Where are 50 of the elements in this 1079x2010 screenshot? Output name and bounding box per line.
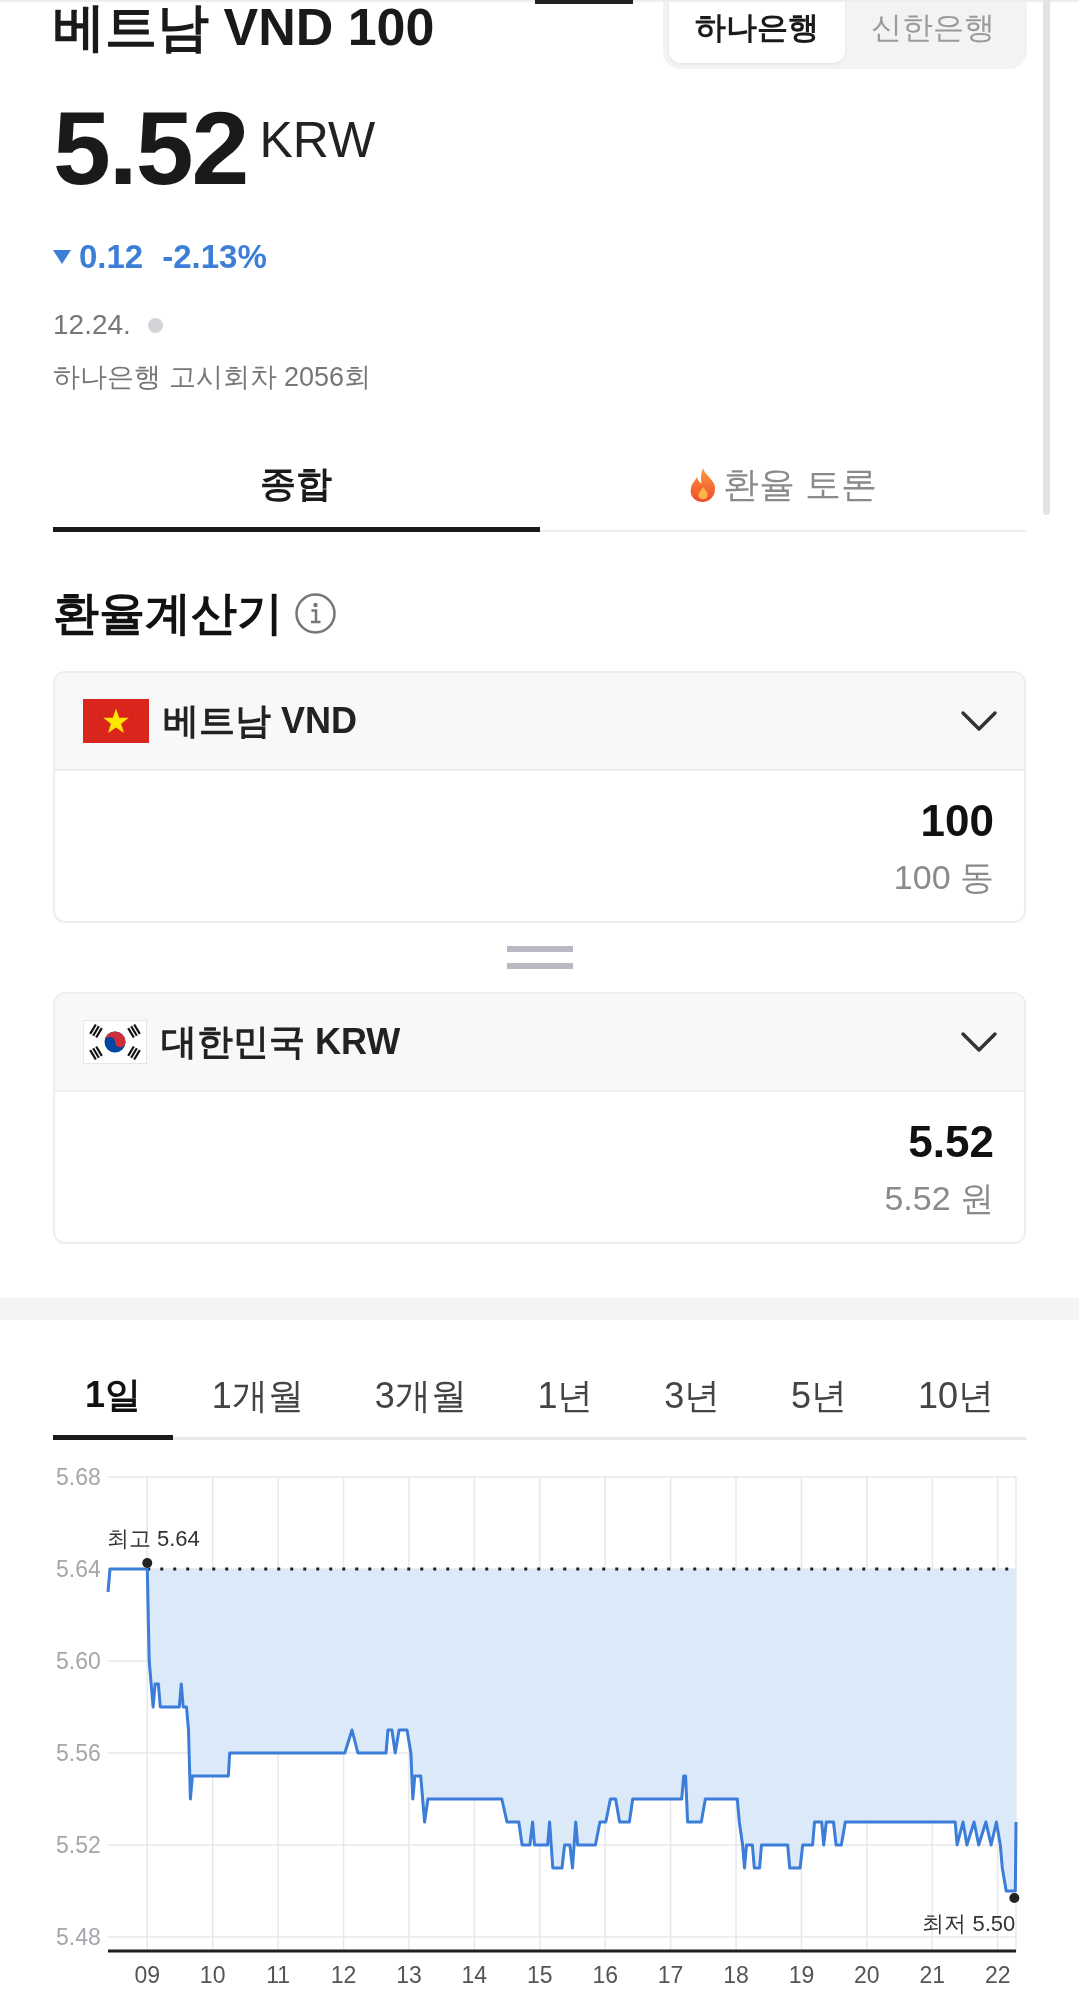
chevron-down-icon: [960, 1031, 998, 1053]
currency-select[interactable]: 대한민국 KRW: [55, 994, 1024, 1092]
page-title: 베트남 VND 100: [53, 1, 435, 53]
x-axis-label: 22: [984, 1962, 1011, 1988]
x-axis-label: 20: [854, 1962, 880, 1988]
x-axis-label: 15: [526, 1962, 553, 1988]
high-label: 최고 5.64: [106, 1526, 200, 1551]
y-axis-label: 5.56: [56, 1740, 101, 1766]
x-axis-label: 09: [134, 1962, 161, 1988]
amount-readout: 5.52 원: [883, 1181, 994, 1215]
marker-dot-icon: [1009, 1893, 1020, 1903]
amount-field[interactable]: 5.52: [85, 1120, 994, 1164]
x-axis-label: 11: [266, 1962, 291, 1988]
x-axis-label: 14: [461, 1962, 488, 1988]
period-tab[interactable]: 5년: [759, 1355, 880, 1437]
x-axis-label: 16: [592, 1962, 618, 1988]
low-label: 최저 5.50: [922, 1911, 1016, 1936]
period-tab[interactable]: 10년: [885, 1355, 1026, 1437]
notice-label: 하나은행 고시회차 2056회: [53, 364, 372, 391]
x-axis-label: 13: [396, 1962, 422, 1988]
currency-unit: KRW: [259, 115, 376, 165]
amount-readout: 100 동: [892, 860, 994, 894]
section-title: 환율계산기: [53, 590, 283, 636]
period-tab[interactable]: 1일: [53, 1355, 174, 1440]
x-axis-label: 18: [723, 1962, 749, 1988]
currency-select[interactable]: 베트남 VND: [55, 673, 1024, 771]
x-axis-label: 12: [330, 1962, 357, 1988]
y-axis-label: 5.64: [56, 1556, 101, 1582]
amount-field[interactable]: 100: [85, 799, 994, 843]
period-tab[interactable]: 3년: [632, 1355, 753, 1437]
info-icon[interactable]: [295, 592, 336, 634]
period-tab[interactable]: 1년: [505, 1355, 626, 1437]
change-amount: 0.12: [79, 240, 144, 273]
period-tab[interactable]: 1개월: [179, 1355, 336, 1437]
x-axis-label: 21: [919, 1962, 946, 1988]
chevron-down-icon: [960, 710, 998, 732]
bank-tab[interactable]: 하나은행: [669, 0, 845, 63]
exchange-rate: 5.52: [53, 96, 248, 200]
x-axis-label: 19: [788, 1962, 815, 1988]
marker-dot-icon: [142, 1558, 153, 1568]
change-percent: -2.13%: [162, 240, 267, 273]
date-label: 12.24.: [53, 311, 131, 339]
x-axis-label: 10: [199, 1962, 226, 1988]
x-axis-label: 17: [657, 1962, 684, 1988]
y-axis-label: 5.48: [56, 1924, 101, 1950]
tab[interactable]: 종합: [53, 440, 540, 532]
period-tab[interactable]: 3개월: [342, 1355, 499, 1437]
y-axis-label: 5.68: [56, 1464, 101, 1490]
y-axis-label: 5.60: [56, 1648, 101, 1674]
y-axis-label: 5.52: [56, 1832, 101, 1858]
